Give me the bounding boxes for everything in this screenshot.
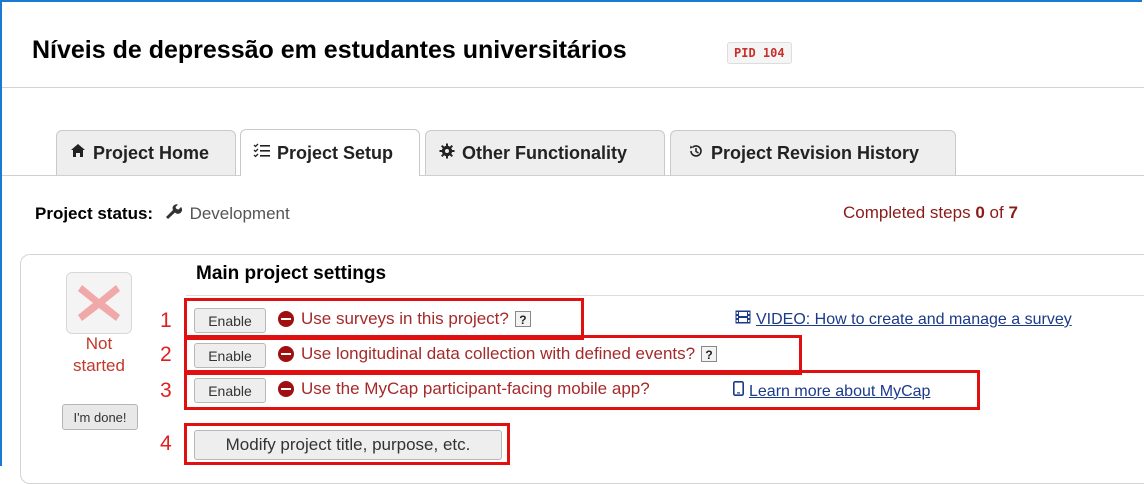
option-text: Use surveys in this project? bbox=[301, 309, 509, 328]
option-text: Use the MyCap participant-facing mobile … bbox=[301, 379, 650, 398]
completed-total: 7 bbox=[1008, 203, 1018, 222]
option-surveys: Use surveys in this project? ? bbox=[278, 309, 531, 329]
minus-circle-icon bbox=[278, 311, 294, 327]
step-status-text: Not started bbox=[73, 334, 125, 375]
red-x-icon bbox=[78, 285, 120, 321]
tabs-baseline bbox=[2, 175, 1144, 176]
annotation-number-4: 4 bbox=[160, 432, 172, 455]
im-done-button[interactable]: I'm done! bbox=[62, 404, 138, 430]
tab-project-revision-history[interactable]: Project Revision History bbox=[670, 130, 956, 175]
tab-other-functionality[interactable]: Other Functionality bbox=[425, 130, 665, 175]
project-status-value: Development bbox=[189, 204, 290, 223]
help-icon[interactable]: ? bbox=[514, 311, 531, 327]
project-status: Project status: Development bbox=[35, 203, 290, 224]
annotation-number-3: 3 bbox=[160, 379, 172, 402]
annotation-number-2: 2 bbox=[160, 343, 172, 366]
page-header: Níveis de depressão em estudantes univer… bbox=[2, 2, 1144, 88]
tab-project-home[interactable]: Project Home bbox=[56, 130, 236, 175]
option-longitudinal: Use longitudinal data collection with de… bbox=[278, 344, 718, 364]
mycap-learn-more-link[interactable]: Learn more about MyCap bbox=[733, 381, 930, 401]
tab-label: Project Setup bbox=[277, 142, 394, 163]
history-icon bbox=[687, 143, 705, 164]
completed-steps: Completed steps 0 of 7 bbox=[843, 203, 1018, 222]
tab-label: Project Revision History bbox=[711, 142, 920, 163]
gear-icon bbox=[438, 143, 456, 164]
pid-badge: PID 104 bbox=[727, 42, 792, 64]
section-title: Main project settings bbox=[196, 263, 387, 284]
mobile-phone-icon bbox=[733, 381, 744, 401]
minus-circle-icon bbox=[278, 346, 294, 362]
tab-project-setup[interactable]: Project Setup bbox=[240, 129, 420, 176]
film-icon bbox=[735, 310, 751, 329]
modify-project-title-button[interactable]: Modify project title, purpose, etc. bbox=[194, 430, 502, 460]
minus-circle-icon bbox=[278, 381, 294, 397]
home-icon bbox=[69, 143, 87, 163]
project-status-label: Project status: bbox=[35, 204, 154, 223]
annotation-number-1: 1 bbox=[160, 309, 172, 332]
help-icon[interactable]: ? bbox=[701, 346, 718, 362]
tab-label: Project Home bbox=[93, 142, 210, 163]
enable-surveys-button[interactable]: Enable bbox=[194, 308, 266, 333]
option-text: Use longitudinal data collection with de… bbox=[301, 344, 696, 363]
video-survey-link[interactable]: VIDEO: How to create and manage a survey bbox=[735, 310, 1072, 329]
tab-label: Other Functionality bbox=[462, 142, 628, 163]
page-title: Níveis de depressão em estudantes univer… bbox=[32, 36, 627, 64]
step-status-box bbox=[66, 272, 132, 334]
wrench-icon bbox=[164, 203, 182, 224]
option-mycap: Use the MyCap participant-facing mobile … bbox=[278, 379, 650, 399]
enable-longitudinal-button[interactable]: Enable bbox=[194, 343, 266, 368]
enable-mycap-button[interactable]: Enable bbox=[194, 378, 266, 403]
section-divider bbox=[186, 295, 1144, 296]
list-checks-icon bbox=[253, 143, 271, 163]
completed-count: 0 bbox=[975, 203, 985, 222]
